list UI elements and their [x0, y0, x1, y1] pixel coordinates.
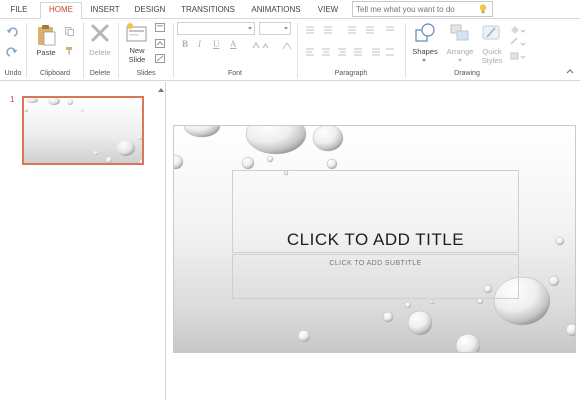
title-placeholder[interactable]: CLICK TO ADD TITLE [232, 170, 519, 253]
paragraph-controls-icons[interactable] [304, 25, 400, 63]
underline-button[interactable]: U [213, 39, 220, 49]
tell-me-box[interactable] [352, 1, 493, 17]
bold-button[interactable]: B [182, 39, 188, 49]
tab-file[interactable]: FILE [4, 3, 34, 19]
tab-insert[interactable]: INSERT [86, 3, 124, 19]
quick-styles-label-2[interactable]: Styles [477, 56, 507, 65]
shapes-icon[interactable] [414, 22, 436, 44]
group-label-clipboard: Clipboard [40, 70, 70, 77]
group-separator [405, 23, 406, 78]
arrange-button[interactable]: Arrange [442, 47, 478, 56]
title-placeholder-text: CLICK TO ADD TITLE [286, 230, 465, 249]
slide-thumbnail-pane: 1 [0, 82, 166, 400]
quick-styles-label-1[interactable]: Quick [477, 47, 507, 56]
group-label-drawing: Drawing [454, 70, 480, 77]
italic-button[interactable]: I [198, 39, 201, 49]
subtitle-placeholder-text: CLICK TO ADD SUBTITLE [329, 260, 422, 267]
delete-button[interactable]: Delete [84, 48, 116, 57]
group-separator [118, 23, 119, 78]
section-icon[interactable] [155, 54, 165, 63]
chevron-down-icon [248, 27, 252, 30]
group-label-undo: Undo [4, 70, 22, 77]
tab-animations[interactable]: ANIMATIONS [247, 3, 305, 19]
tab-home[interactable]: HOME [40, 2, 82, 20]
group-label-font: Font [227, 70, 242, 77]
group-label-delete: Delete [89, 70, 111, 77]
group-label-slides: Slides [136, 70, 156, 77]
thumbnail-scroll-up-arrow[interactable] [158, 88, 164, 92]
collapse-ribbon-icon[interactable] [566, 68, 574, 74]
reset-icon[interactable] [155, 39, 165, 48]
quick-styles-icon[interactable] [481, 23, 503, 43]
slide-canvas[interactable]: CLICK TO ADD TITLE CLICK TO ADD SUBTITLE [173, 125, 576, 353]
paste-icon[interactable] [35, 23, 57, 47]
copy-icon[interactable] [65, 27, 74, 36]
chevron-down-icon [458, 59, 462, 62]
shape-fill-outline-effects-icons[interactable] [509, 24, 527, 64]
new-slide-label-2[interactable]: Slide [122, 55, 152, 64]
delete-icon[interactable] [90, 23, 110, 43]
slide-thumbnail[interactable] [22, 96, 144, 165]
ribbon-home: Undo Paste Clipboard Delete Delete New S… [0, 19, 580, 81]
undo-icon[interactable] [6, 27, 18, 37]
tell-me-input[interactable] [356, 4, 474, 15]
font-color-button[interactable]: A [230, 39, 237, 49]
layout-icon[interactable] [155, 23, 165, 32]
group-separator [173, 23, 174, 78]
chevron-down-icon [422, 59, 426, 62]
tab-view[interactable]: VIEW [313, 3, 343, 19]
format-painter-icon[interactable] [65, 46, 74, 55]
tab-transitions[interactable]: TRANSITIONS [178, 3, 238, 19]
shapes-button[interactable]: Shapes [409, 47, 441, 56]
font-name-dropdown[interactable] [177, 22, 255, 35]
group-label-paragraph: Paragraph [334, 70, 368, 77]
ribbon-tab-bar: FILE HOME INSERT DESIGN TRANSITIONS ANIM… [0, 0, 580, 20]
slide-number: 1 [10, 95, 15, 104]
arrange-icon[interactable] [449, 23, 471, 43]
font-size-dropdown[interactable] [259, 22, 291, 35]
tab-design[interactable]: DESIGN [131, 3, 169, 19]
group-separator [26, 23, 27, 78]
new-slide-label-1[interactable]: New [122, 46, 152, 55]
new-slide-icon[interactable] [126, 22, 148, 44]
grow-shrink-font-icon[interactable] [252, 42, 272, 49]
water-drops-thumbnail-image [24, 98, 142, 163]
redo-icon[interactable] [6, 47, 18, 57]
lightbulb-icon [479, 4, 487, 14]
chevron-down-icon [284, 27, 288, 30]
group-separator [297, 23, 298, 78]
subtitle-placeholder[interactable]: CLICK TO ADD SUBTITLE [232, 254, 519, 299]
clear-formatting-icon[interactable] [282, 42, 292, 50]
paste-button[interactable]: Paste [31, 48, 61, 57]
